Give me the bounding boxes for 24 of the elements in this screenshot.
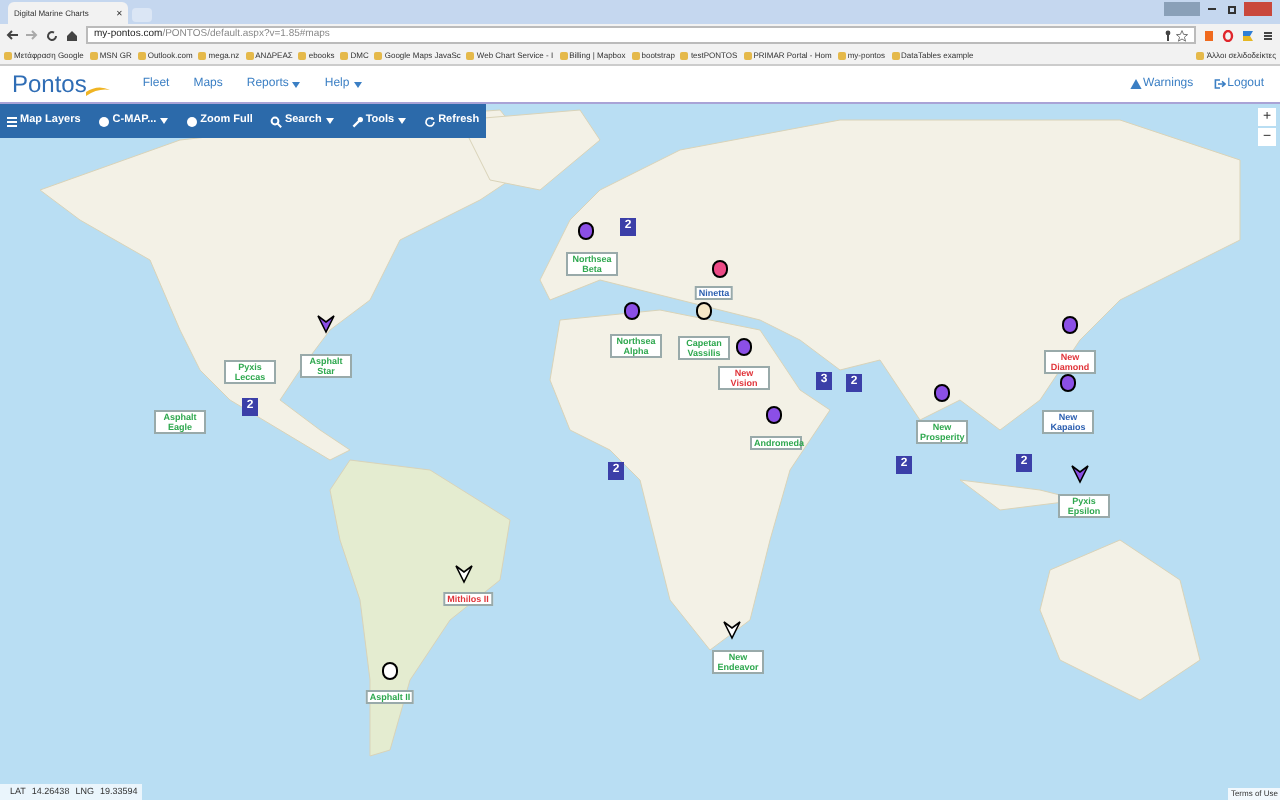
- globe-icon: [98, 115, 111, 127]
- vessel-arrow-icon[interactable]: [317, 315, 335, 334]
- minimize-button[interactable]: [1204, 2, 1220, 16]
- world-map-drawing[interactable]: [0, 104, 1280, 800]
- pontos-logo[interactable]: Pontos: [12, 72, 111, 96]
- logout-icon: [1213, 78, 1226, 90]
- extension-icon[interactable]: [1204, 29, 1214, 41]
- vessel-arrow-icon[interactable]: [1071, 465, 1089, 484]
- maximize-button[interactable]: [1224, 2, 1240, 16]
- warning-icon: [1129, 78, 1142, 90]
- menu-icon[interactable]: [1262, 29, 1274, 41]
- search-icon: [270, 115, 283, 127]
- reload-icon[interactable]: [46, 29, 58, 41]
- flag-icon[interactable]: [1242, 29, 1254, 41]
- vessel-arrow-icon[interactable]: [455, 565, 473, 584]
- home-icon[interactable]: [66, 29, 78, 41]
- wrench-icon: [351, 115, 364, 127]
- globe-icon: [186, 115, 199, 127]
- star-icon[interactable]: [1176, 29, 1188, 41]
- menu-icon: [6, 115, 18, 127]
- back-icon[interactable]: [6, 30, 18, 40]
- vessel-arrow-icon[interactable]: [723, 621, 741, 640]
- key-icon: [1164, 29, 1172, 41]
- refresh-icon: [424, 115, 437, 127]
